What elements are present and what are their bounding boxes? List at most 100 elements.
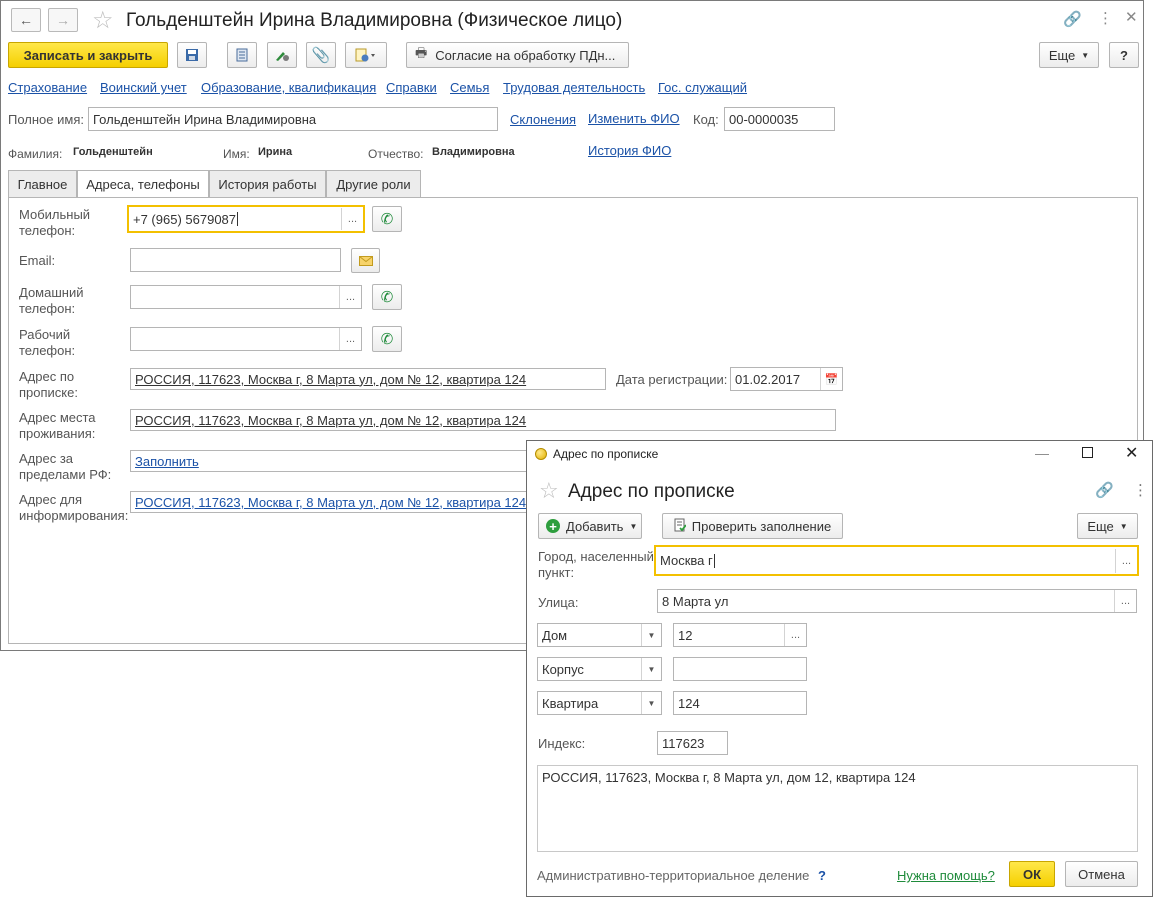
patronymic-value: Владимировна [432, 146, 515, 158]
street-field[interactable]: 8 Марта ул ... [657, 589, 1137, 613]
index-field[interactable]: 117623 [657, 731, 728, 755]
tab-other-roles[interactable]: Другие роли [326, 170, 421, 197]
star-icon[interactable]: ☆ [92, 6, 114, 35]
add-button[interactable]: + Добавить ▼ [538, 513, 642, 539]
chevron-down-icon: ▼ [629, 521, 638, 531]
name-label: Имя: [223, 147, 250, 161]
ok-button[interactable]: ОК [1009, 861, 1055, 887]
maximize-icon[interactable] [1082, 447, 1093, 458]
history-fio-link[interactable]: История ФИО [588, 143, 671, 158]
back-arrow-icon[interactable]: ← [11, 8, 41, 32]
mobile-select-button[interactable]: ... [341, 208, 363, 230]
address-dialog: Адрес по прописке — ✕ ☆ Адрес по прописк… [526, 440, 1153, 897]
reg-date-field[interactable]: 01.02.2017 📅 [730, 367, 843, 391]
need-help-link[interactable]: Нужна помощь? [897, 868, 995, 883]
street-select-button[interactable]: ... [1114, 590, 1136, 612]
save-icon[interactable] [177, 42, 207, 68]
apartment-type-select[interactable]: Квартира ▼ [537, 691, 662, 715]
envelope-icon[interactable] [351, 248, 380, 273]
printer-icon: 🖶 [415, 45, 428, 60]
declensions-link[interactable]: Склонения [510, 112, 576, 127]
menu-dots-icon[interactable]: ⋮ [1133, 481, 1148, 499]
house-type-select[interactable]: Дом ▼ [537, 623, 662, 647]
calendar-icon[interactable]: 📅 [820, 368, 842, 390]
name-value: Ирина [258, 146, 293, 158]
tab-work-history[interactable]: История работы [209, 170, 326, 197]
mobile-phone-field[interactable]: +7 (965) 5679087 ... [127, 205, 365, 233]
patronymic-label: Отчество: [368, 147, 424, 161]
link-civil-servant[interactable]: Гос. служащий [658, 80, 747, 95]
check-document-icon [674, 518, 687, 535]
building-field[interactable] [673, 657, 807, 681]
consent-label: Согласие на обработку ПДн... [435, 47, 616, 63]
house-select-button[interactable]: ... [784, 624, 806, 646]
chevron-down-icon: ▼ [1119, 521, 1128, 531]
more-button[interactable]: Еще ▼ [1039, 42, 1099, 68]
chevron-down-icon[interactable]: ▼ [641, 658, 661, 680]
link-insurance[interactable]: Страхование [8, 80, 87, 95]
admin-division-label: Административно-территориальное деление … [537, 868, 826, 883]
window-title: Гольденштейн Ирина Владимировна (Физичес… [126, 10, 623, 31]
admin-help-icon[interactable]: ? [818, 868, 826, 883]
phone-icon[interactable]: ✆ [372, 326, 402, 352]
minimize-icon[interactable]: — [1035, 445, 1049, 461]
forward-arrow-icon[interactable]: → [48, 8, 78, 32]
home-phone-label: Домашний телефон: [19, 285, 84, 316]
city-field[interactable]: Москва г ... [654, 545, 1139, 576]
surname-label: Фамилия: [8, 147, 63, 161]
work-select-button[interactable]: ... [339, 328, 361, 350]
save-close-button[interactable]: Записать и закрыть [8, 42, 168, 68]
report-icon[interactable] [227, 42, 257, 68]
abroad-address-label: Адрес за пределами РФ: [19, 451, 112, 482]
star-icon[interactable]: ☆ [539, 478, 559, 504]
home-phone-field[interactable]: ... [130, 285, 362, 309]
building-type-select[interactable]: Корпус ▼ [537, 657, 662, 681]
phone-icon[interactable]: ✆ [372, 206, 402, 232]
check-fill-button[interactable]: Проверить заполнение [662, 513, 843, 539]
tab-main[interactable]: Главное [8, 170, 77, 197]
code-field[interactable]: 00-0000035 [724, 107, 835, 131]
help-button[interactable]: ? [1109, 42, 1139, 68]
house-field[interactable]: 12 ... [673, 623, 807, 647]
index-label: Индекс: [538, 736, 586, 751]
link-icon[interactable]: 🔗 [1095, 481, 1114, 499]
email-field[interactable] [130, 248, 341, 272]
email-label: Email: [19, 253, 56, 268]
link-labor[interactable]: Трудовая деятельность [503, 80, 645, 95]
dialog-more-button[interactable]: Еще ▼ [1077, 513, 1138, 539]
close-icon[interactable]: ✕ [1125, 443, 1138, 463]
phone-icon[interactable]: ✆ [372, 284, 402, 310]
apartment-field[interactable]: 124 [673, 691, 807, 715]
link-education[interactable]: Образование, квалификация [201, 80, 376, 95]
fill-link[interactable]: Заполнить [135, 454, 199, 469]
dialog-window-title: Адрес по прописке [553, 447, 659, 461]
live-address-field[interactable]: РОССИЯ, 117623, Москва г, 8 Марта ул, до… [130, 409, 836, 431]
dialog-title: Адрес по прописке [568, 481, 735, 502]
full-address-text[interactable]: РОССИЯ, 117623, Москва г, 8 Марта ул, до… [537, 765, 1138, 852]
mobile-label: Мобильный телефон: [19, 207, 91, 238]
home-select-button[interactable]: ... [339, 286, 361, 308]
close-icon[interactable]: ✕ [1125, 8, 1138, 26]
consent-button[interactable]: 🖶 Согласие на обработку ПДн... [406, 42, 629, 68]
change-fio-link[interactable]: Изменить ФИО [588, 111, 680, 126]
chevron-down-icon[interactable]: ▼ [641, 692, 661, 714]
create-based-on-icon[interactable] [345, 42, 387, 68]
surname-value: Гольденштейн [73, 146, 153, 158]
link-references[interactable]: Справки [386, 80, 437, 95]
city-select-button[interactable]: ... [1115, 549, 1137, 573]
link-military[interactable]: Воинский учет [100, 80, 187, 95]
code-label: Код: [693, 112, 719, 127]
work-phone-label: Рабочий телефон: [19, 327, 76, 358]
link-family[interactable]: Семья [450, 80, 489, 95]
cancel-button[interactable]: Отмена [1065, 861, 1138, 887]
tab-addresses[interactable]: Адреса, телефоны [77, 170, 209, 198]
full-name-field[interactable]: Гольденштейн Ирина Владимировна [88, 107, 498, 131]
app-icon [535, 448, 547, 460]
reg-address-field[interactable]: РОССИЯ, 117623, Москва г, 8 Марта ул, до… [130, 368, 606, 390]
chevron-down-icon[interactable]: ▼ [641, 624, 661, 646]
attachment-icon[interactable]: 📎 [306, 42, 336, 68]
menu-dots-icon[interactable]: ⋮ [1098, 9, 1113, 27]
link-icon[interactable]: 🔗 [1063, 10, 1082, 28]
edit-icon[interactable] [267, 42, 297, 68]
work-phone-field[interactable]: ... [130, 327, 362, 351]
